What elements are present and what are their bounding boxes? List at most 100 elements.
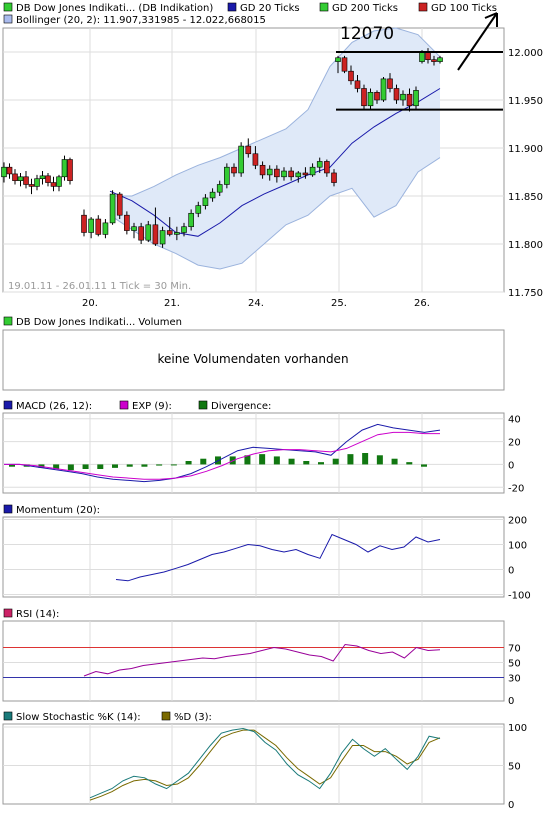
candle-body (231, 166, 237, 174)
momentum-swatch (3, 504, 13, 514)
divergence-bar (303, 461, 310, 465)
divergence-bar (200, 458, 207, 465)
price-y-tick: 11.850 (508, 192, 543, 203)
momentum-panel-frame (2, 516, 505, 598)
rsi-swatch (3, 608, 13, 618)
candle-body (354, 80, 361, 89)
candle (238, 142, 244, 177)
candle-body (28, 184, 35, 187)
legend-swatch-gd100 (418, 2, 428, 12)
indicator-y-tick: 50 (508, 659, 521, 670)
candle-body (152, 224, 159, 245)
candle-body (316, 161, 323, 168)
indicator-y-tick: 0 (508, 566, 514, 577)
candle-body (188, 212, 194, 228)
stoch-k-swatch (3, 711, 13, 721)
candle-body (67, 159, 73, 181)
indicator-y-tick: 0 (508, 696, 514, 707)
candle-body (102, 222, 109, 235)
legend-swatch-gd20 (227, 2, 237, 12)
divergence-bar (170, 464, 177, 466)
exp-label: EXP (9): (132, 401, 172, 412)
divergence-bar (391, 458, 398, 465)
candle-body (374, 92, 380, 101)
candle (109, 190, 116, 225)
price-y-tick: 11.950 (508, 96, 543, 107)
indicator-y-tick: 0 (508, 800, 514, 811)
candle-body (202, 197, 209, 206)
candle-body (88, 218, 94, 233)
candle-body (95, 218, 102, 235)
candle (361, 84, 367, 110)
volume-empty-message: keine Volumendaten vorhanden (157, 352, 348, 366)
macd-swatch (3, 400, 13, 410)
candle-body (309, 166, 316, 176)
price-legend: DB Dow Jones Indikati... (DB Indikation)… (3, 2, 497, 26)
divergence-label: Divergence: (211, 401, 271, 412)
candle-body (166, 230, 173, 235)
price-x-tick: 25. (331, 298, 347, 309)
divergence-bar (97, 464, 104, 469)
stoch-d-swatch (161, 711, 171, 721)
rsi-y-axis: 70 50 30 0 (508, 644, 521, 708)
candle-body (288, 170, 294, 178)
macd-y-axis: 40 20 0 -20 (508, 415, 524, 495)
divergence-bar (126, 464, 133, 467)
candle-body (348, 70, 354, 82)
candle-body (124, 214, 130, 231)
candle-body (174, 232, 180, 235)
candle-body (335, 57, 341, 62)
candle-body (400, 93, 406, 101)
target-annotation: 12070 (340, 24, 394, 44)
price-y-tick: 12.000 (508, 48, 543, 59)
candle-body (131, 226, 137, 231)
volume-legend-swatch (3, 316, 13, 326)
indicator-y-tick: 0 (508, 460, 514, 471)
indicator-y-tick: 40 (508, 415, 521, 426)
candle-body (245, 145, 252, 155)
divergence-bar (406, 462, 413, 465)
momentum-label: Momentum (20): (16, 505, 100, 516)
price-x-axis: 20. 21. 24. 25. 26. (82, 298, 430, 309)
candle-body (341, 57, 348, 72)
divergence-swatch (198, 400, 208, 410)
candle-body (259, 164, 266, 176)
divergence-bar (259, 454, 266, 465)
candle-body (209, 191, 216, 199)
price-y-tick: 11.750 (508, 288, 543, 299)
candle-body (331, 172, 337, 183)
candle-body (17, 176, 24, 181)
divergence-bar (376, 455, 383, 465)
candle-body (81, 214, 87, 233)
divergence-bar (273, 456, 280, 465)
price-x-tick: 21. (164, 298, 180, 309)
momentum-panel: Momentum (20): 200 100 0 -100 (2, 504, 531, 602)
legend-gd20-label: GD 20 Ticks (240, 3, 300, 14)
candle (224, 163, 230, 189)
price-y-tick: 11.900 (508, 144, 543, 155)
candle-body (413, 90, 419, 107)
candle-body (39, 175, 46, 180)
legend-gd200-label: GD 200 Ticks (332, 3, 398, 14)
price-y-tick: 11.800 (508, 240, 543, 251)
indicator-y-tick: 50 (508, 762, 521, 773)
candle (67, 157, 73, 185)
candle-body (6, 166, 13, 175)
candle-body (419, 51, 425, 62)
price-y-axis: 12.000 11.950 11.900 11.850 11.800 11.750 (508, 48, 543, 299)
candle-body (266, 168, 273, 176)
rsi-panel-frame (2, 620, 505, 702)
divergence-bar (362, 453, 369, 465)
volume-title: DB Dow Jones Indikati... Volumen (16, 317, 182, 328)
candle (116, 192, 123, 220)
candle-body (116, 193, 123, 216)
candle-body (295, 172, 302, 178)
candle-body (216, 184, 223, 193)
candle-body (224, 166, 230, 185)
candle-body (361, 88, 367, 107)
indicator-y-tick: -100 (508, 591, 531, 602)
legend-bollinger-label: Bollinger (20, 2): 11.907,331985 - 12.02… (16, 15, 266, 26)
candle-body (12, 173, 18, 181)
legend-gd100-label: GD 100 Ticks (431, 3, 497, 14)
stochastic-y-axis: 100 50 0 (508, 723, 527, 811)
